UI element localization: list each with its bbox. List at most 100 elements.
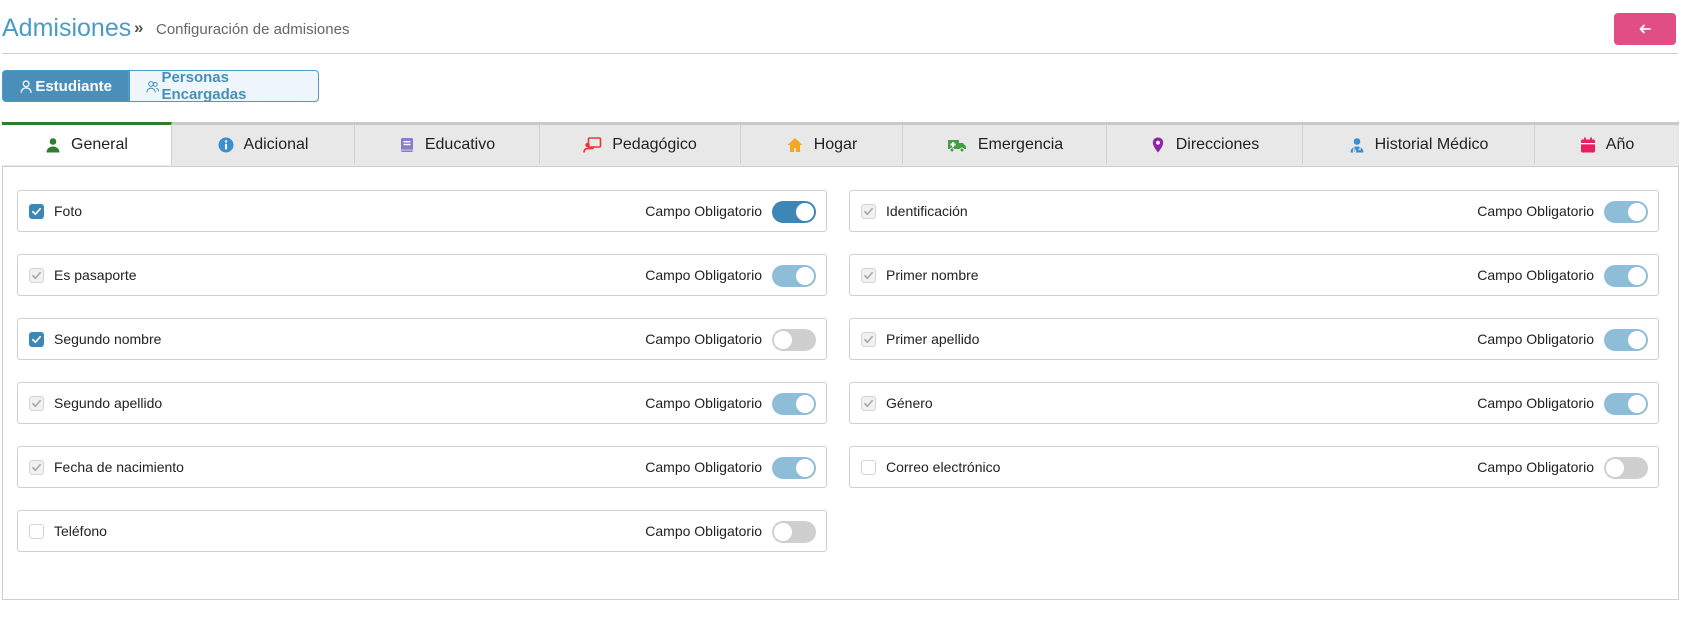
page-title: Admisiones — [2, 14, 132, 42]
tab-historial-medico[interactable]: Historial Médico — [1303, 125, 1535, 164]
tab-direcciones[interactable]: Direcciones — [1107, 125, 1303, 164]
required-label: Campo Obligatorio — [645, 331, 762, 347]
breadcrumb-separator: » — [134, 18, 144, 37]
field-checkbox — [29, 268, 44, 283]
toggle-knob — [1628, 203, 1646, 221]
field-row: Correo electrónico Campo Obligatorio — [849, 446, 1659, 488]
toggle-knob — [796, 267, 814, 285]
tab-label: Año — [1605, 135, 1635, 153]
toggle-knob — [796, 395, 814, 413]
required-label: Campo Obligatorio — [645, 395, 762, 411]
field-row: Es pasaporte Campo Obligatorio — [17, 254, 827, 296]
field-row: Foto Campo Obligatorio — [17, 190, 827, 232]
field-checkbox[interactable] — [29, 524, 44, 539]
field-row: Primer apellido Campo Obligatorio — [849, 318, 1659, 360]
toggle-knob — [774, 331, 792, 349]
student-tab-label: Estudiante — [35, 77, 112, 95]
toggle-knob — [1628, 395, 1646, 413]
required-toggle[interactable] — [772, 521, 816, 543]
required-toggle[interactable] — [772, 201, 816, 223]
tab-pedagogico[interactable]: Pedagógico — [540, 125, 741, 164]
field-row: Primer nombre Campo Obligatorio — [849, 254, 1659, 296]
required-toggle — [772, 393, 816, 415]
tab-label: Historial Médico — [1374, 135, 1489, 153]
field-label: Segundo apellido — [54, 395, 163, 411]
field-label: Primer apellido — [886, 331, 980, 347]
field-checkbox — [861, 204, 876, 219]
field-label: Teléfono — [54, 523, 107, 539]
toggle-knob — [796, 203, 814, 221]
required-toggle — [1604, 329, 1648, 351]
required-label: Campo Obligatorio — [1477, 267, 1594, 283]
info-icon — [218, 137, 234, 152]
tab-label: General — [71, 136, 128, 153]
checkmark-icon — [32, 207, 41, 216]
student-tab-button[interactable]: Estudiante — [2, 70, 129, 102]
required-toggle — [772, 265, 816, 287]
field-checkbox[interactable] — [29, 204, 44, 219]
field-row: Teléfono Campo Obligatorio — [17, 510, 827, 552]
checkmark-icon — [864, 271, 873, 280]
map-pin-icon — [1152, 137, 1163, 152]
tab-label: Hogar — [813, 135, 858, 153]
required-toggle — [772, 457, 816, 479]
checkmark-icon — [864, 335, 873, 344]
tab-educativo[interactable]: Educativo — [355, 125, 540, 164]
calendar-icon — [1580, 137, 1595, 152]
tab-emergencia[interactable]: Emergencia — [903, 125, 1107, 164]
checkmark-icon — [32, 335, 41, 344]
field-checkbox — [861, 332, 876, 347]
checkmark-icon — [864, 399, 873, 408]
toggle-knob — [774, 523, 792, 541]
tab-general[interactable]: General — [2, 122, 172, 165]
ambulance-icon — [947, 139, 966, 152]
field-checkbox — [861, 396, 876, 411]
section-tabs: General Adicional Educativo Pedagógico H… — [2, 122, 1679, 167]
header-divider — [2, 53, 1678, 54]
page-header: Admisiones » Configuración de admisiones — [0, 0, 1681, 54]
field-label: Fecha de nacimiento — [54, 459, 184, 475]
toggle-knob — [1628, 331, 1646, 349]
tab-ano[interactable]: Año — [1535, 125, 1679, 164]
toggle-knob — [1606, 459, 1624, 477]
field-row: Fecha de nacimiento Campo Obligatorio — [17, 446, 827, 488]
field-label: Identificación — [886, 203, 968, 219]
field-row: Género Campo Obligatorio — [849, 382, 1659, 424]
field-checkbox[interactable] — [29, 332, 44, 347]
person-icon — [46, 138, 60, 153]
required-label: Campo Obligatorio — [1477, 459, 1594, 475]
field-label: Correo electrónico — [886, 459, 1001, 475]
guardians-tab-button[interactable]: Personas Encargadas — [129, 69, 319, 103]
field-label: Foto — [54, 203, 83, 219]
home-icon — [787, 137, 803, 152]
arrow-left-icon — [1639, 24, 1651, 34]
tab-label: Direcciones — [1175, 135, 1260, 153]
required-toggle — [1604, 265, 1648, 287]
tab-label: Educativo — [424, 135, 496, 153]
field-checkbox[interactable] — [861, 460, 876, 475]
field-label: Es pasaporte — [54, 267, 137, 283]
field-row: Segundo nombre Campo Obligatorio — [17, 318, 827, 360]
field-label: Primer nombre — [886, 267, 979, 283]
tab-label: Adicional — [243, 135, 309, 153]
field-checkbox — [861, 268, 876, 283]
guardians-tab-label: Personas Encargadas — [161, 69, 247, 103]
back-button[interactable] — [1614, 13, 1676, 45]
tab-adicional[interactable]: Adicional — [172, 125, 355, 164]
checkmark-icon — [864, 207, 873, 216]
toggle-knob — [1628, 267, 1646, 285]
required-label: Campo Obligatorio — [1477, 203, 1594, 219]
required-label: Campo Obligatorio — [1477, 395, 1594, 411]
breadcrumb: Configuración de admisiones — [156, 21, 350, 38]
checkmark-icon — [32, 271, 41, 280]
field-checkbox — [29, 396, 44, 411]
field-label: Género — [886, 395, 933, 411]
field-label: Segundo nombre — [54, 331, 162, 347]
required-label: Campo Obligatorio — [645, 267, 762, 283]
required-toggle[interactable] — [1604, 457, 1648, 479]
tab-label: Pedagógico — [612, 135, 697, 153]
tab-hogar[interactable]: Hogar — [741, 125, 903, 164]
required-label: Campo Obligatorio — [645, 203, 762, 219]
book-icon — [400, 137, 413, 152]
required-toggle[interactable] — [772, 329, 816, 351]
